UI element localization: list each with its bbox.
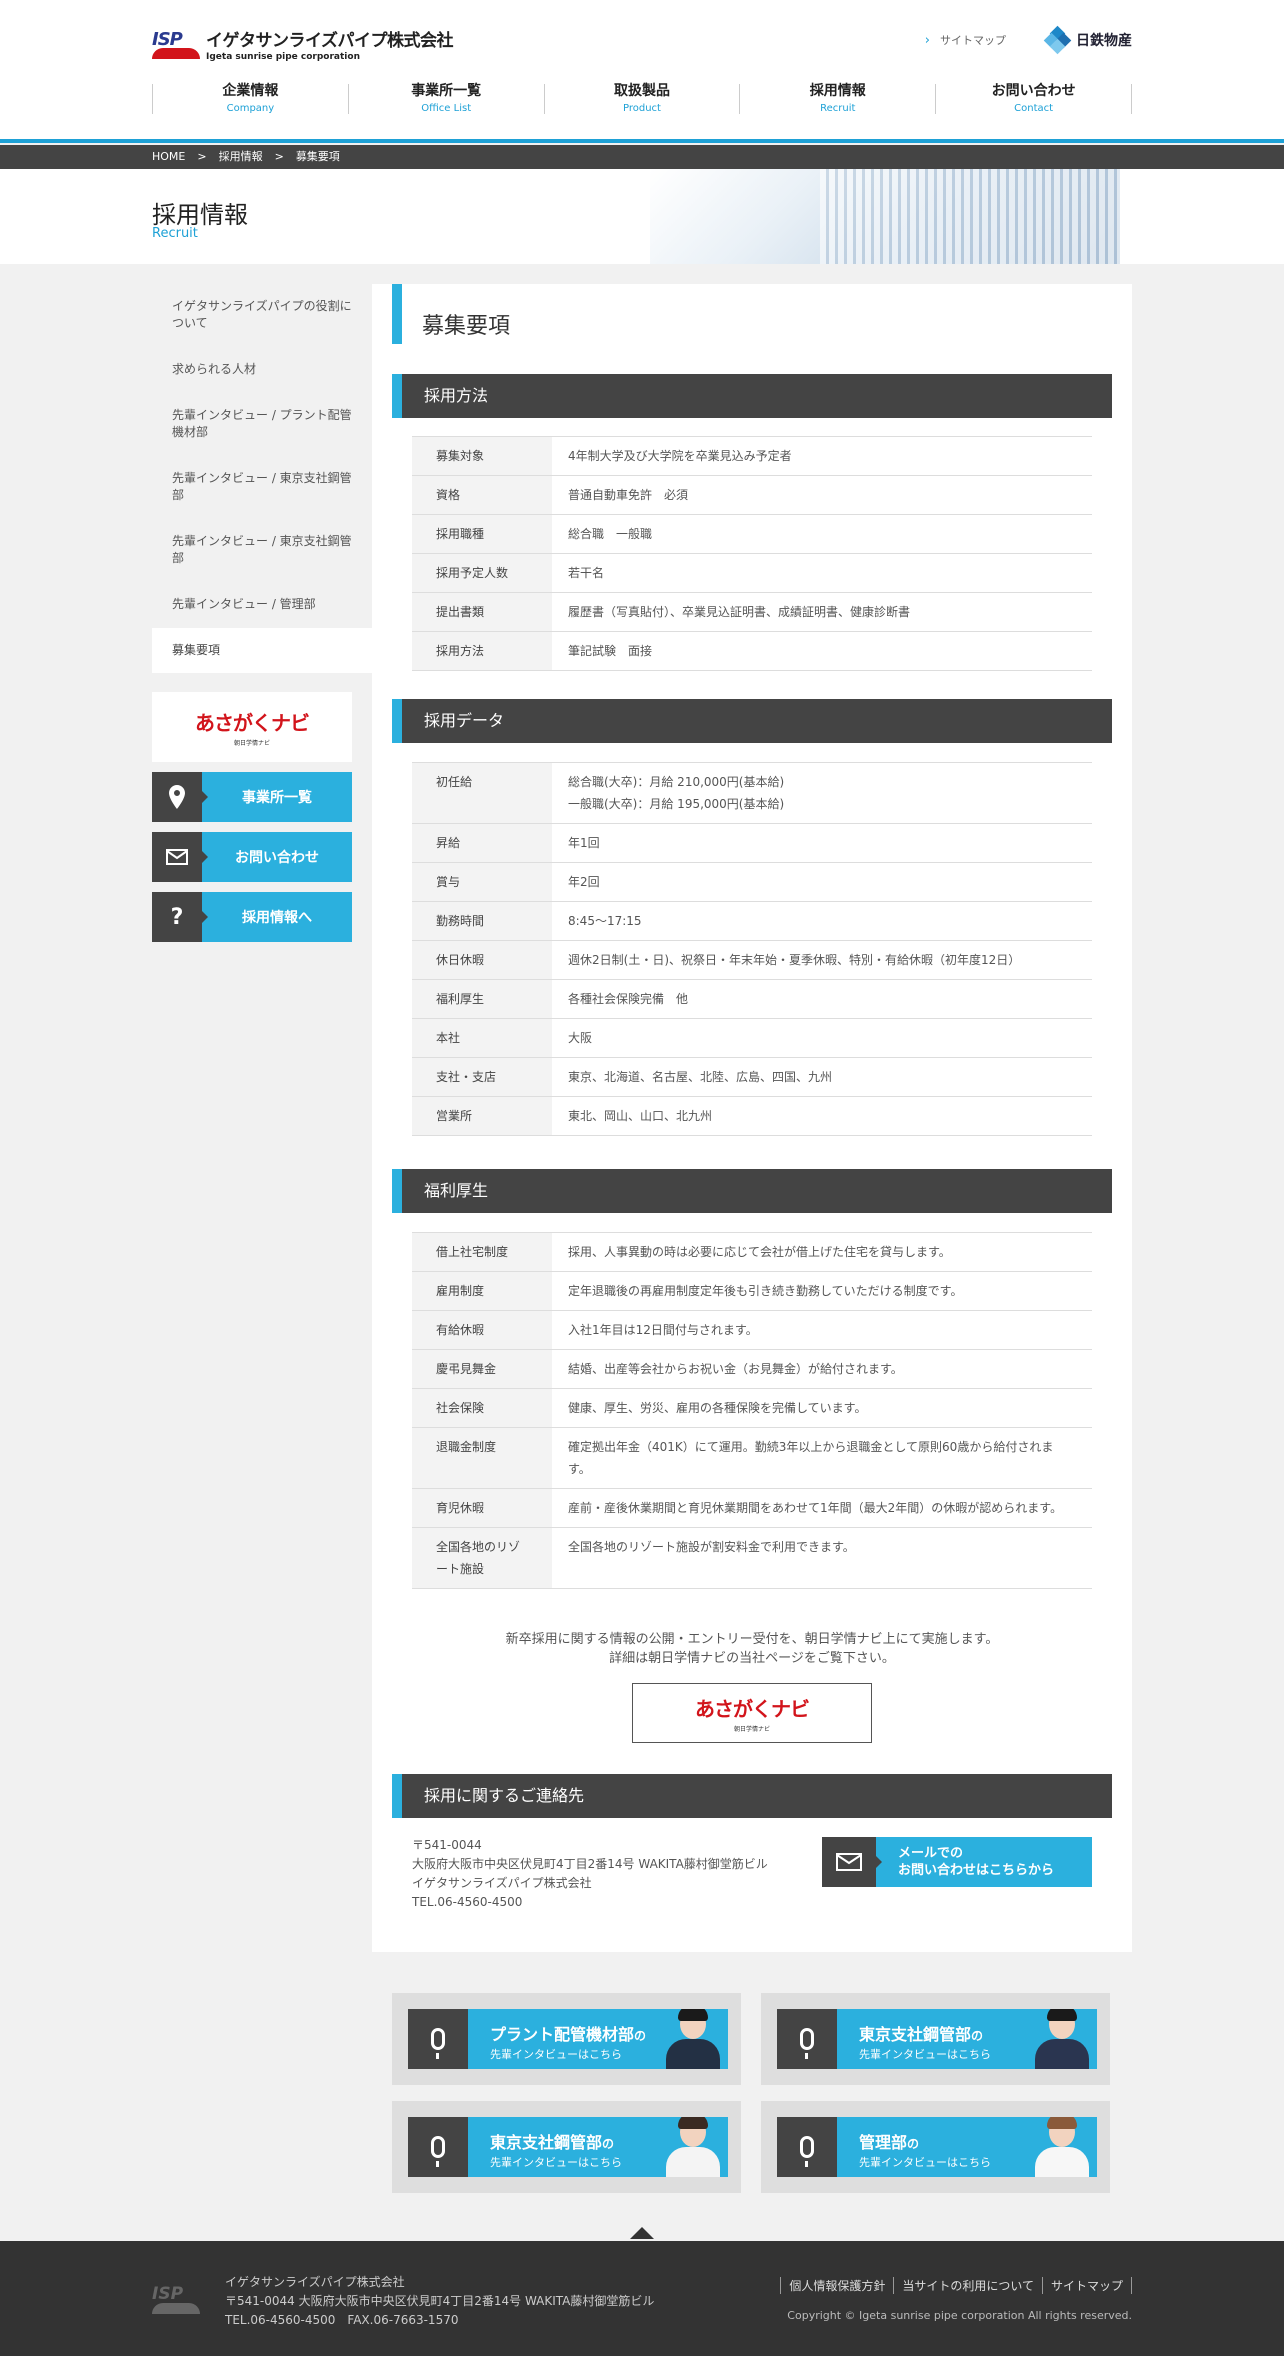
sidebar-item-role[interactable]: イゲタサンライズパイプの役割について [152, 284, 372, 347]
sidebar: イゲタサンライズパイプの役割について 求められる人材 先輩インタビュー / プラ… [152, 284, 372, 942]
table-row: 退職金制度 確定拠出年金（401K）にて運用。勤続3年以上から退職金として原則60… [412, 1427, 1092, 1489]
section-heading-welfare: 福利厚生 [392, 1169, 1112, 1213]
interview-banner-tokyo-2[interactable]: 東京支社鋼管部の 先輩インタビューはこちら [392, 2101, 741, 2193]
interview-banner-admin[interactable]: 管理部の 先輩インタビューはこちら [761, 2101, 1110, 2193]
footer-link-terms[interactable]: 当サイトの利用について [893, 2277, 1042, 2294]
table-row: 採用予定人数 若干名 [412, 553, 1092, 593]
hero-title: 採用情報 [152, 201, 248, 229]
staff-photo [1033, 2117, 1091, 2177]
global-nav: 企業情報 Company 事業所一覧 Office List 取扱製品 Product… [152, 78, 1132, 118]
nav-company[interactable]: 企業情報 Company [152, 83, 348, 114]
microphone-icon [408, 2009, 468, 2069]
footer-links: 個人情報保護方針 当サイトの利用について サイトマップ [780, 2277, 1132, 2294]
table-row: 借上社宅制度 採用、人事異動の時は必要に応じて会社が借上げた住宅を貸与します。 [412, 1232, 1092, 1272]
nav-office-list[interactable]: 事業所一覧 Office List [347, 83, 544, 114]
nav-contact[interactable]: お問い合わせ Contact [935, 83, 1132, 114]
section-heading-data: 採用データ [392, 699, 1112, 743]
section-heading-contact: 採用に関するご連絡先 [392, 1774, 1112, 1818]
question-icon: ? [152, 892, 202, 942]
staff-photo [1033, 2009, 1091, 2069]
mail-icon [822, 1837, 876, 1887]
table-row: 勤務時間 8:45～17:15 [412, 901, 1092, 941]
staff-photo [664, 2009, 722, 2069]
sitemap-link[interactable]: › サイトマップ [925, 32, 1006, 48]
welfare-table: 借上社宅制度 採用、人事異動の時は必要に応じて会社が借上げた住宅を貸与します。 雇… [412, 1232, 1092, 1589]
microphone-icon [777, 2009, 837, 2069]
sidebar-item-talent[interactable]: 求められる人材 [152, 347, 372, 393]
table-row: 福利厚生 各種社会保険完備 他 [412, 979, 1092, 1019]
table-row: 社会保険 健康、厚生、労災、雇用の各種保険を完備しています。 [412, 1388, 1092, 1428]
hero-subtitle: Recruit [152, 226, 198, 241]
table-row: 休日休暇 週休2日制(土・日)、祝祭日・年末年始・夏季休暇、特別・有給休暇（初年度… [412, 940, 1092, 980]
mail-icon [152, 832, 202, 882]
footer-link-sitemap[interactable]: サイトマップ [1041, 2277, 1132, 2294]
partner-logo[interactable]: 日鉄物産 [1043, 25, 1132, 55]
map-pin-icon [152, 772, 202, 822]
diamond-logo-icon [1043, 25, 1072, 55]
table-row: 初任給 総合職(大卒)：月給 210,000円(基本給) 一般職(大卒)：月給 19… [412, 762, 1092, 824]
page-title: 募集要項 [392, 284, 1112, 344]
breadcrumb-current: 募集要項 [295, 150, 340, 163]
nav-product[interactable]: 取扱製品 Product [543, 83, 740, 114]
mail-contact-button[interactable]: メールでの お問い合わせはこちらから [822, 1837, 1092, 1887]
copyright: Copyright © Igeta sunrise pipe corporati… [787, 2309, 1132, 2322]
table-row: 資格 普通自動車免許 必須 [412, 475, 1092, 515]
footer-link-privacy[interactable]: 個人情報保護方針 [780, 2277, 893, 2294]
interview-banner-plant[interactable]: プラント配管機材部の 先輩インタビューはこちら [392, 1993, 741, 2085]
footer-address: イゲタサンライズパイプ株式会社 〒541-0044 大阪府大阪市中央区伏見町4丁… [225, 2275, 655, 2327]
site-header: ISP イゲタサンライズパイプ株式会社 Igeta sunrise pipe c… [0, 0, 1284, 142]
recruit-info-button[interactable]: ? 採用情報へ [152, 892, 352, 942]
entry-note: 新卒採用に関する情報の公開・エントリー受付を、朝日学情ナビ上にて実施します。 詳… [505, 1632, 999, 1666]
isp-logo-icon: ISP [152, 29, 200, 59]
page-top-arrow[interactable] [630, 2227, 654, 2239]
microphone-icon [777, 2117, 837, 2177]
table-row: 有給休暇 入社1年目は12日間付与されます。 [412, 1310, 1092, 1350]
main-content: 募集要項 採用方法 募集対象 4年制大学及び大学院を卒業見込み予定者 資格 普通自動… [372, 284, 1132, 1952]
section-heading-method: 採用方法 [392, 374, 1112, 418]
table-row: 雇用制度 定年退職後の再雇用制度定年後も引き続き勤務していただける制度です。 [412, 1271, 1092, 1311]
table-row: 採用方法 筆記試験 面接 [412, 631, 1092, 671]
nav-recruit[interactable]: 採用情報 Recruit [739, 83, 935, 114]
sidebar-item-interview-plant[interactable]: 先輩インタビュー / プラント配管機材部 [152, 393, 372, 456]
staff-photo [664, 2117, 722, 2177]
page-hero: 採用情報 Recruit [0, 169, 1284, 264]
table-row: 賞与 年2回 [412, 862, 1092, 902]
microphone-icon [408, 2117, 468, 2177]
table-row: 営業所 東北、岡山、山口、北九州 [412, 1096, 1092, 1136]
table-row: 募集対象 4年制大学及び大学院を卒業見込み予定者 [412, 436, 1092, 476]
table-row: 支社・支店 東京、北海道、名古屋、北陸、広島、四国、九州 [412, 1057, 1092, 1097]
footer-logo-icon: ISP [152, 2284, 200, 2314]
logo-name-en: Igeta sunrise pipe corporation [206, 52, 360, 62]
chevron-right-icon: › [924, 32, 930, 48]
office-list-button[interactable]: 事業所一覧 [152, 772, 352, 822]
breadcrumb: HOME > 採用情報 > 募集要項 [0, 145, 1284, 169]
table-row: 育児休暇 産前・産後休業期間と育児休業期間をあわせて1年間（最大2年間）の休暇が認… [412, 1488, 1092, 1528]
header-divider [0, 139, 1284, 143]
method-table: 募集対象 4年制大学及び大学院を卒業見込み予定者 資格 普通自動車免許 必須 採用職… [412, 436, 1092, 671]
interview-banner-tokyo-1[interactable]: 東京支社鋼管部の 先輩インタビューはこちら [761, 1993, 1110, 2085]
data-table: 初任給 総合職(大卒)：月給 210,000円(基本給) 一般職(大卒)：月給 19… [412, 762, 1092, 1136]
sidebar-item-interview-tokyo-1[interactable]: 先輩インタビュー / 東京支社鋼管部 [152, 456, 372, 519]
site-footer: ISP イゲタサンライズパイプ株式会社 〒541-0044 大阪府大阪市中央区伏… [0, 2227, 1284, 2356]
breadcrumb-home[interactable]: HOME [152, 145, 185, 169]
asagaku-navi-link[interactable]: あさがくナビ 朝日学情ナビ [632, 1683, 872, 1743]
table-row: 全国各地のリゾート施設 全国各地のリゾート施設が割安料金で利用できます。 [412, 1527, 1092, 1589]
table-row: 提出書類 履歴書（写真貼付）、卒業見込証明書、成績証明書、健康診断書 [412, 592, 1092, 632]
table-row: 慶弔見舞金 結婚、出産等会社からお祝い金（お見舞金）が給付されます。 [412, 1349, 1092, 1389]
asagaku-navi-banner[interactable]: あさがくナビ 朝日学情ナビ [152, 692, 352, 762]
sidebar-item-requirements[interactable]: 募集要項 [152, 628, 372, 674]
sidebar-item-interview-admin[interactable]: 先輩インタビュー / 管理部 [152, 582, 372, 628]
logo-name-jp: イゲタサンライズパイプ株式会社 [206, 31, 454, 51]
table-row: 採用職種 総合職 一般職 [412, 514, 1092, 554]
contact-button[interactable]: お問い合わせ [152, 832, 352, 882]
table-row: 昇給 年1回 [412, 823, 1092, 863]
table-row: 本社 大阪 [412, 1018, 1092, 1058]
company-logo[interactable]: ISP イゲタサンライズパイプ株式会社 Igeta sunrise pipe c… [152, 26, 454, 62]
breadcrumb-recruit[interactable]: 採用情報 [219, 145, 263, 169]
contact-address: 〒541-0044 大阪府大阪市中央区伏見町4丁目2番14号 WAKITA藤村御… [412, 1838, 768, 1909]
sidebar-item-interview-tokyo-2[interactable]: 先輩インタビュー / 東京支社鋼管部 [152, 519, 372, 582]
